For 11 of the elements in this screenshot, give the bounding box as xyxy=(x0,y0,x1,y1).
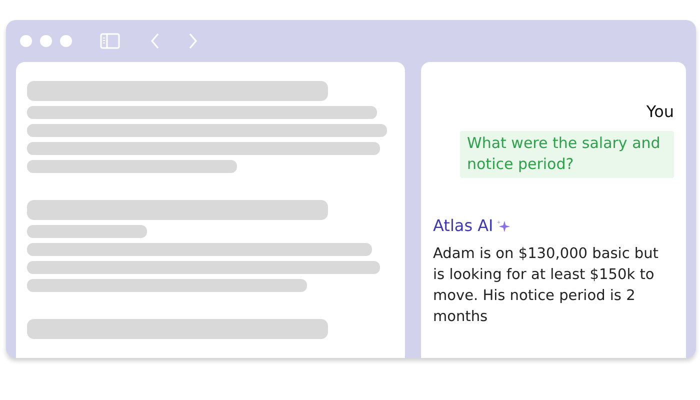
author-name: You xyxy=(645,101,674,123)
sparkle-icon xyxy=(496,218,512,234)
sidebar-icon[interactable] xyxy=(100,33,120,49)
back-icon[interactable] xyxy=(150,33,160,49)
forward-icon[interactable] xyxy=(188,33,198,49)
window-control[interactable] xyxy=(40,35,52,47)
user-message: What were the salary and notice period? xyxy=(460,131,674,178)
assistant-name: Atlas AI xyxy=(433,215,494,237)
window-control[interactable] xyxy=(60,35,72,47)
window-control[interactable] xyxy=(20,35,32,47)
assistant-message: Adam is on $130,000 basic but is looking for at least $150k to move. His notice period is 2 months xyxy=(433,245,660,327)
